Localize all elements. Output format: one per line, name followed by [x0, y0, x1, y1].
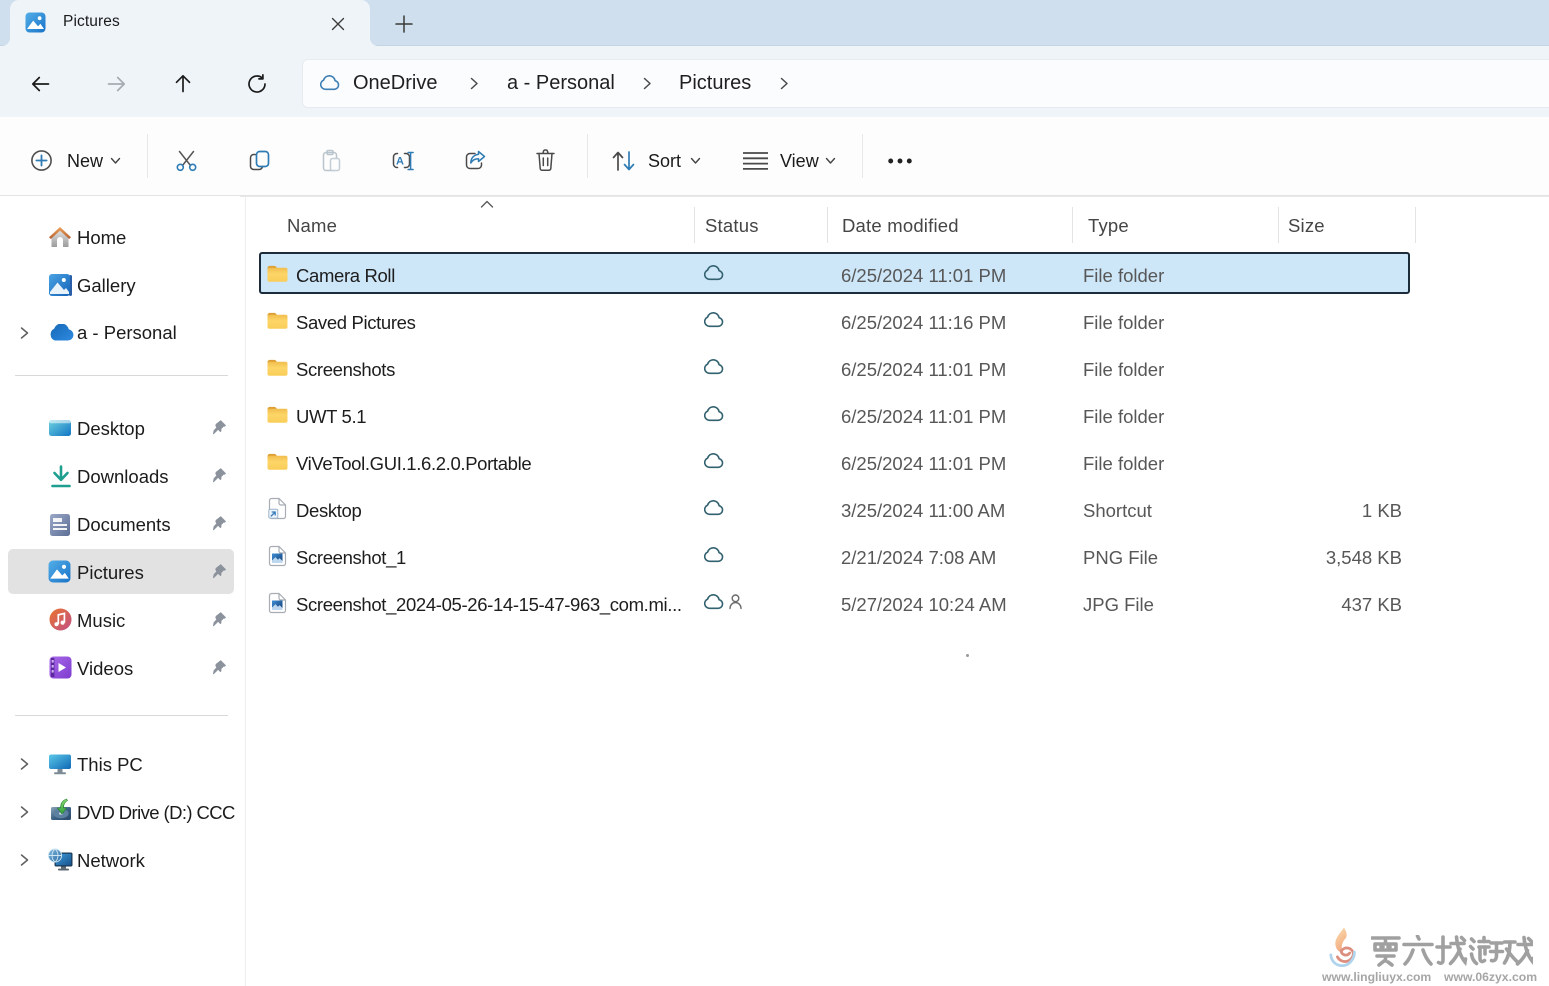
svg-text:A: A: [396, 156, 404, 168]
